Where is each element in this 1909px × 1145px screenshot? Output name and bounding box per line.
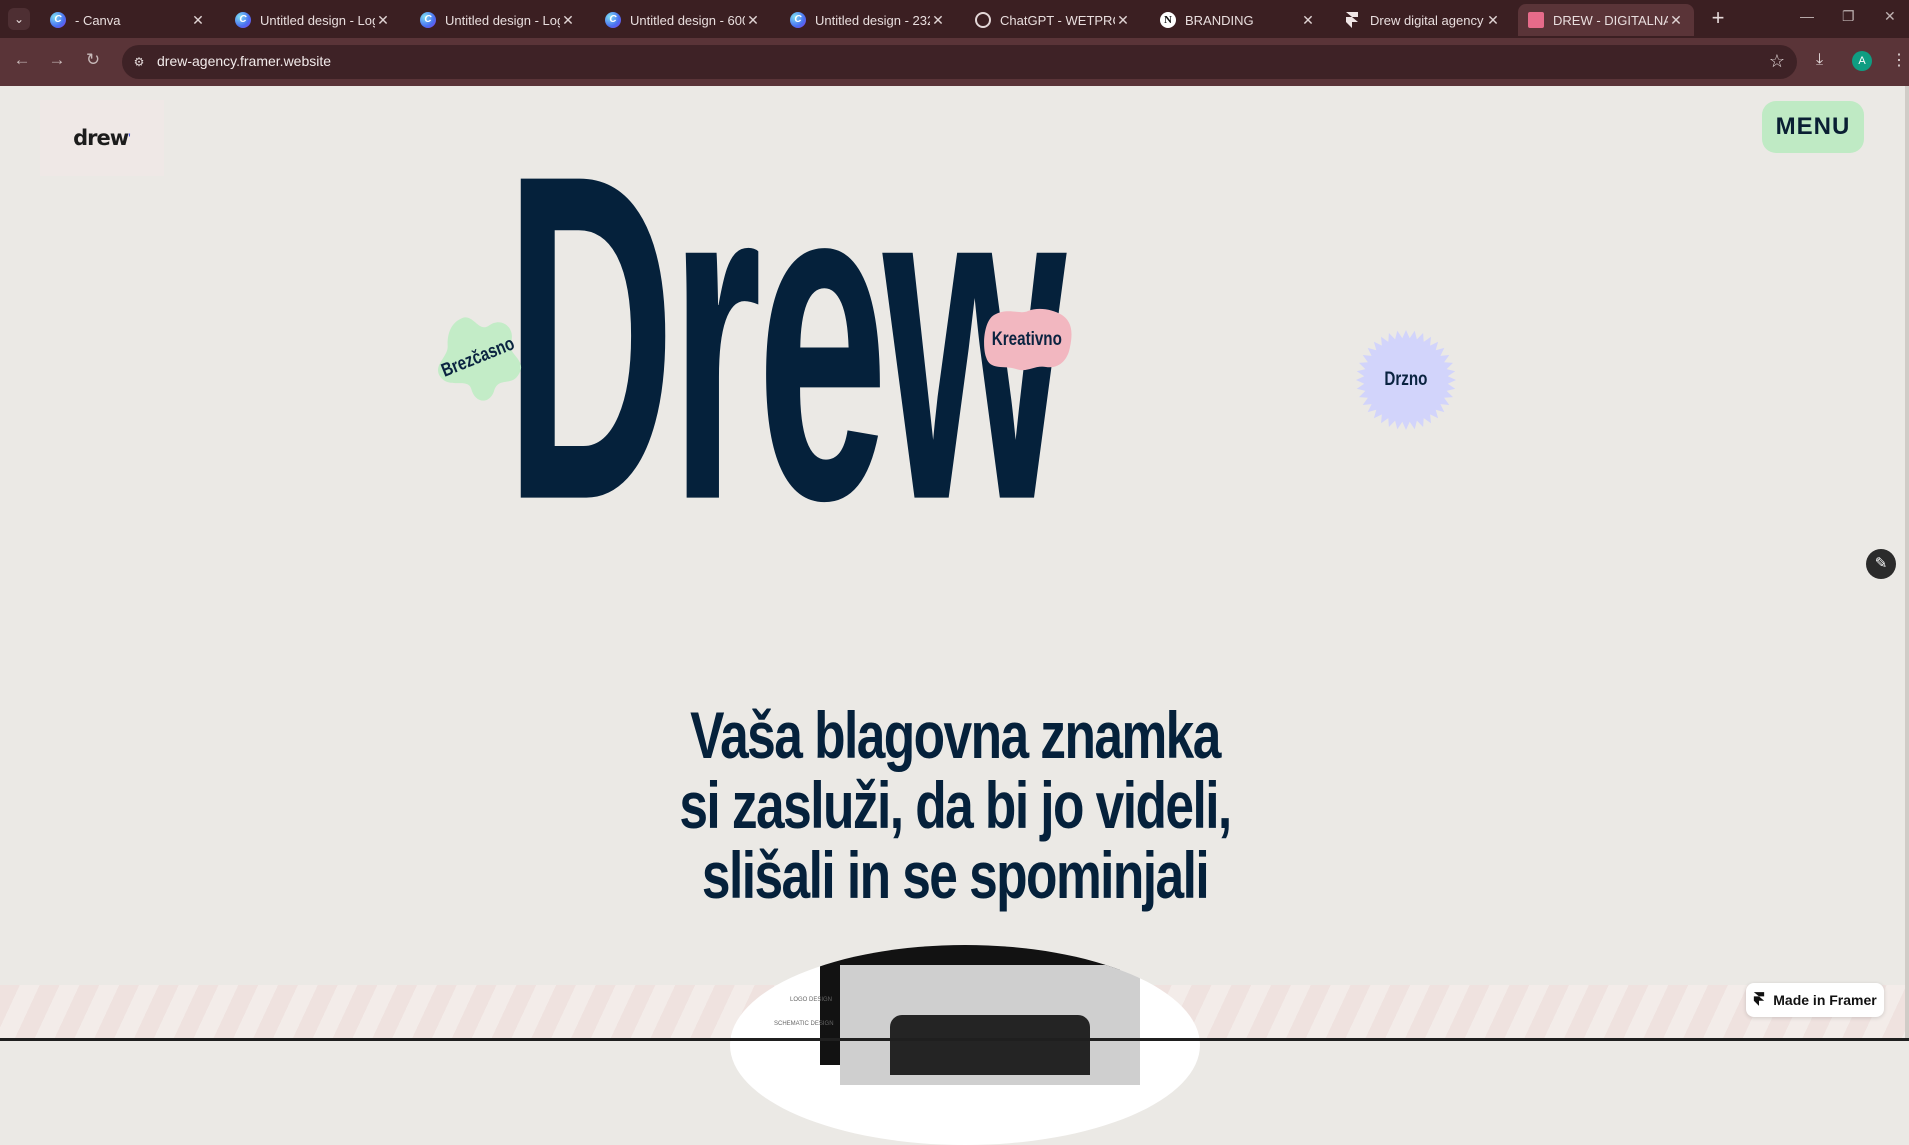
tab-title: Untitled design - 600: [630, 12, 745, 28]
sticker-bold: Drzno: [1356, 330, 1456, 430]
sticker-label: Kreativno: [991, 329, 1063, 350]
new-tab-plus-icon[interactable]: +: [1705, 6, 1731, 32]
tab-untitled-design-3[interactable]: C Untitled design - 600 ✕: [595, 4, 771, 36]
hero-tagline: Vaša blagovna znamka si zasluži, da bi j…: [560, 700, 1350, 910]
tab-untitled-design-4[interactable]: C Untitled design - 232 ✕: [780, 4, 956, 36]
framer-icon: [1345, 12, 1361, 28]
tab-title: Untitled design - Log: [445, 12, 560, 28]
menu-button[interactable]: MENU: [1762, 101, 1864, 153]
drew-icon: [1528, 12, 1544, 28]
close-icon[interactable]: ✕: [1300, 12, 1316, 29]
promo-label: LOGO DESIGN: [790, 997, 833, 1003]
tab-canva[interactable]: C - Canva ✕: [40, 4, 216, 36]
tab-title: BRANDING: [1185, 12, 1254, 28]
tagline-line-2: si zasluži, da bi jo videli,: [679, 768, 1232, 842]
close-icon[interactable]: ✕: [560, 12, 576, 29]
minimize-icon[interactable]: —: [1800, 8, 1814, 24]
tab-drew-digitalna-active[interactable]: DREW - DIGITALNA A ✕: [1518, 4, 1694, 36]
sticker-label: Drzno: [1384, 369, 1428, 390]
made-in-framer-badge[interactable]: Made in Framer: [1746, 983, 1884, 1017]
close-icon[interactable]: ✕: [1485, 12, 1501, 29]
hero-wordmark: Drew: [505, 77, 1405, 606]
tab-search-dropdown-icon[interactable]: ⌄: [8, 8, 30, 30]
tab-branding[interactable]: N BRANDING ✕: [1150, 4, 1326, 36]
close-icon[interactable]: ✕: [930, 12, 946, 29]
tab-title: Untitled design - Log: [260, 12, 375, 28]
promo-image: LOGO DESIGN SCHEMATIC DESIGN: [730, 945, 1200, 1145]
edit-pencil-icon[interactable]: ✎: [1866, 549, 1896, 579]
hero-title: Drew: [505, 77, 1066, 597]
url-text[interactable]: drew-agency.framer.website: [157, 53, 331, 69]
notion-icon: N: [1160, 12, 1176, 28]
chatgpt-icon: [975, 12, 991, 28]
forward-arrow-icon[interactable]: →: [45, 50, 69, 70]
tab-title: Untitled design - 232: [815, 12, 930, 28]
site-settings-icon[interactable]: ⚙: [131, 54, 147, 70]
tagline-line-1: Vaša blagovna znamka: [690, 698, 1221, 772]
back-arrow-icon[interactable]: ←: [10, 50, 34, 70]
close-window-icon[interactable]: ✕: [1884, 8, 1896, 25]
site-logo[interactable]: drew ': [40, 100, 164, 176]
bookmark-star-icon[interactable]: ☆: [1769, 51, 1785, 72]
close-icon[interactable]: ✕: [745, 12, 761, 29]
download-icon[interactable]: ⤓: [1816, 51, 1823, 69]
canva-icon: C: [235, 12, 251, 28]
address-bar[interactable]: ⚙ drew-agency.framer.website ☆: [122, 45, 1797, 79]
browser-menu-icon[interactable]: ⋮: [1891, 50, 1907, 70]
close-icon[interactable]: ✕: [1668, 12, 1684, 29]
tab-chatgpt[interactable]: ChatGPT - WETPROJE ✕: [965, 4, 1141, 36]
tab-title: DREW - DIGITALNA A: [1553, 12, 1668, 28]
logo-accent-icon: ': [128, 130, 131, 146]
page-scrollbar[interactable]: [1905, 86, 1909, 1041]
tab-title: Drew digital agency -: [1370, 12, 1485, 28]
canva-icon: C: [790, 12, 806, 28]
sticker-creative: Kreativno: [980, 307, 1074, 373]
close-icon[interactable]: ✕: [1115, 12, 1131, 29]
reload-icon[interactable]: ↻: [81, 50, 105, 70]
framer-icon: [1753, 991, 1765, 1009]
canva-icon: C: [50, 12, 66, 28]
browser-tab-bar: ⌄ C - Canva ✕ C Untitled design - Log ✕ …: [0, 0, 1909, 38]
logo-text: drew: [73, 126, 129, 150]
tagline-line-3: slišali in se spominjali: [701, 838, 1210, 912]
tab-untitled-design-2[interactable]: C Untitled design - Log ✕: [410, 4, 586, 36]
tab-title: - Canva: [75, 12, 121, 28]
badge-label: Made in Framer: [1773, 992, 1877, 1008]
canva-icon: C: [605, 12, 621, 28]
tab-title: ChatGPT - WETPROJE: [1000, 12, 1115, 28]
tab-drew-digital-agency[interactable]: Drew digital agency - ✕: [1335, 4, 1511, 36]
profile-avatar[interactable]: A: [1852, 51, 1872, 71]
canva-icon: C: [420, 12, 436, 28]
close-icon[interactable]: ✕: [375, 12, 391, 29]
tab-untitled-design-1[interactable]: C Untitled design - Log ✕: [225, 4, 401, 36]
promo-label: SCHEMATIC DESIGN: [774, 1021, 834, 1027]
promo-product: [890, 1015, 1090, 1075]
restore-icon[interactable]: ❐: [1842, 8, 1855, 25]
close-icon[interactable]: ✕: [190, 12, 206, 29]
